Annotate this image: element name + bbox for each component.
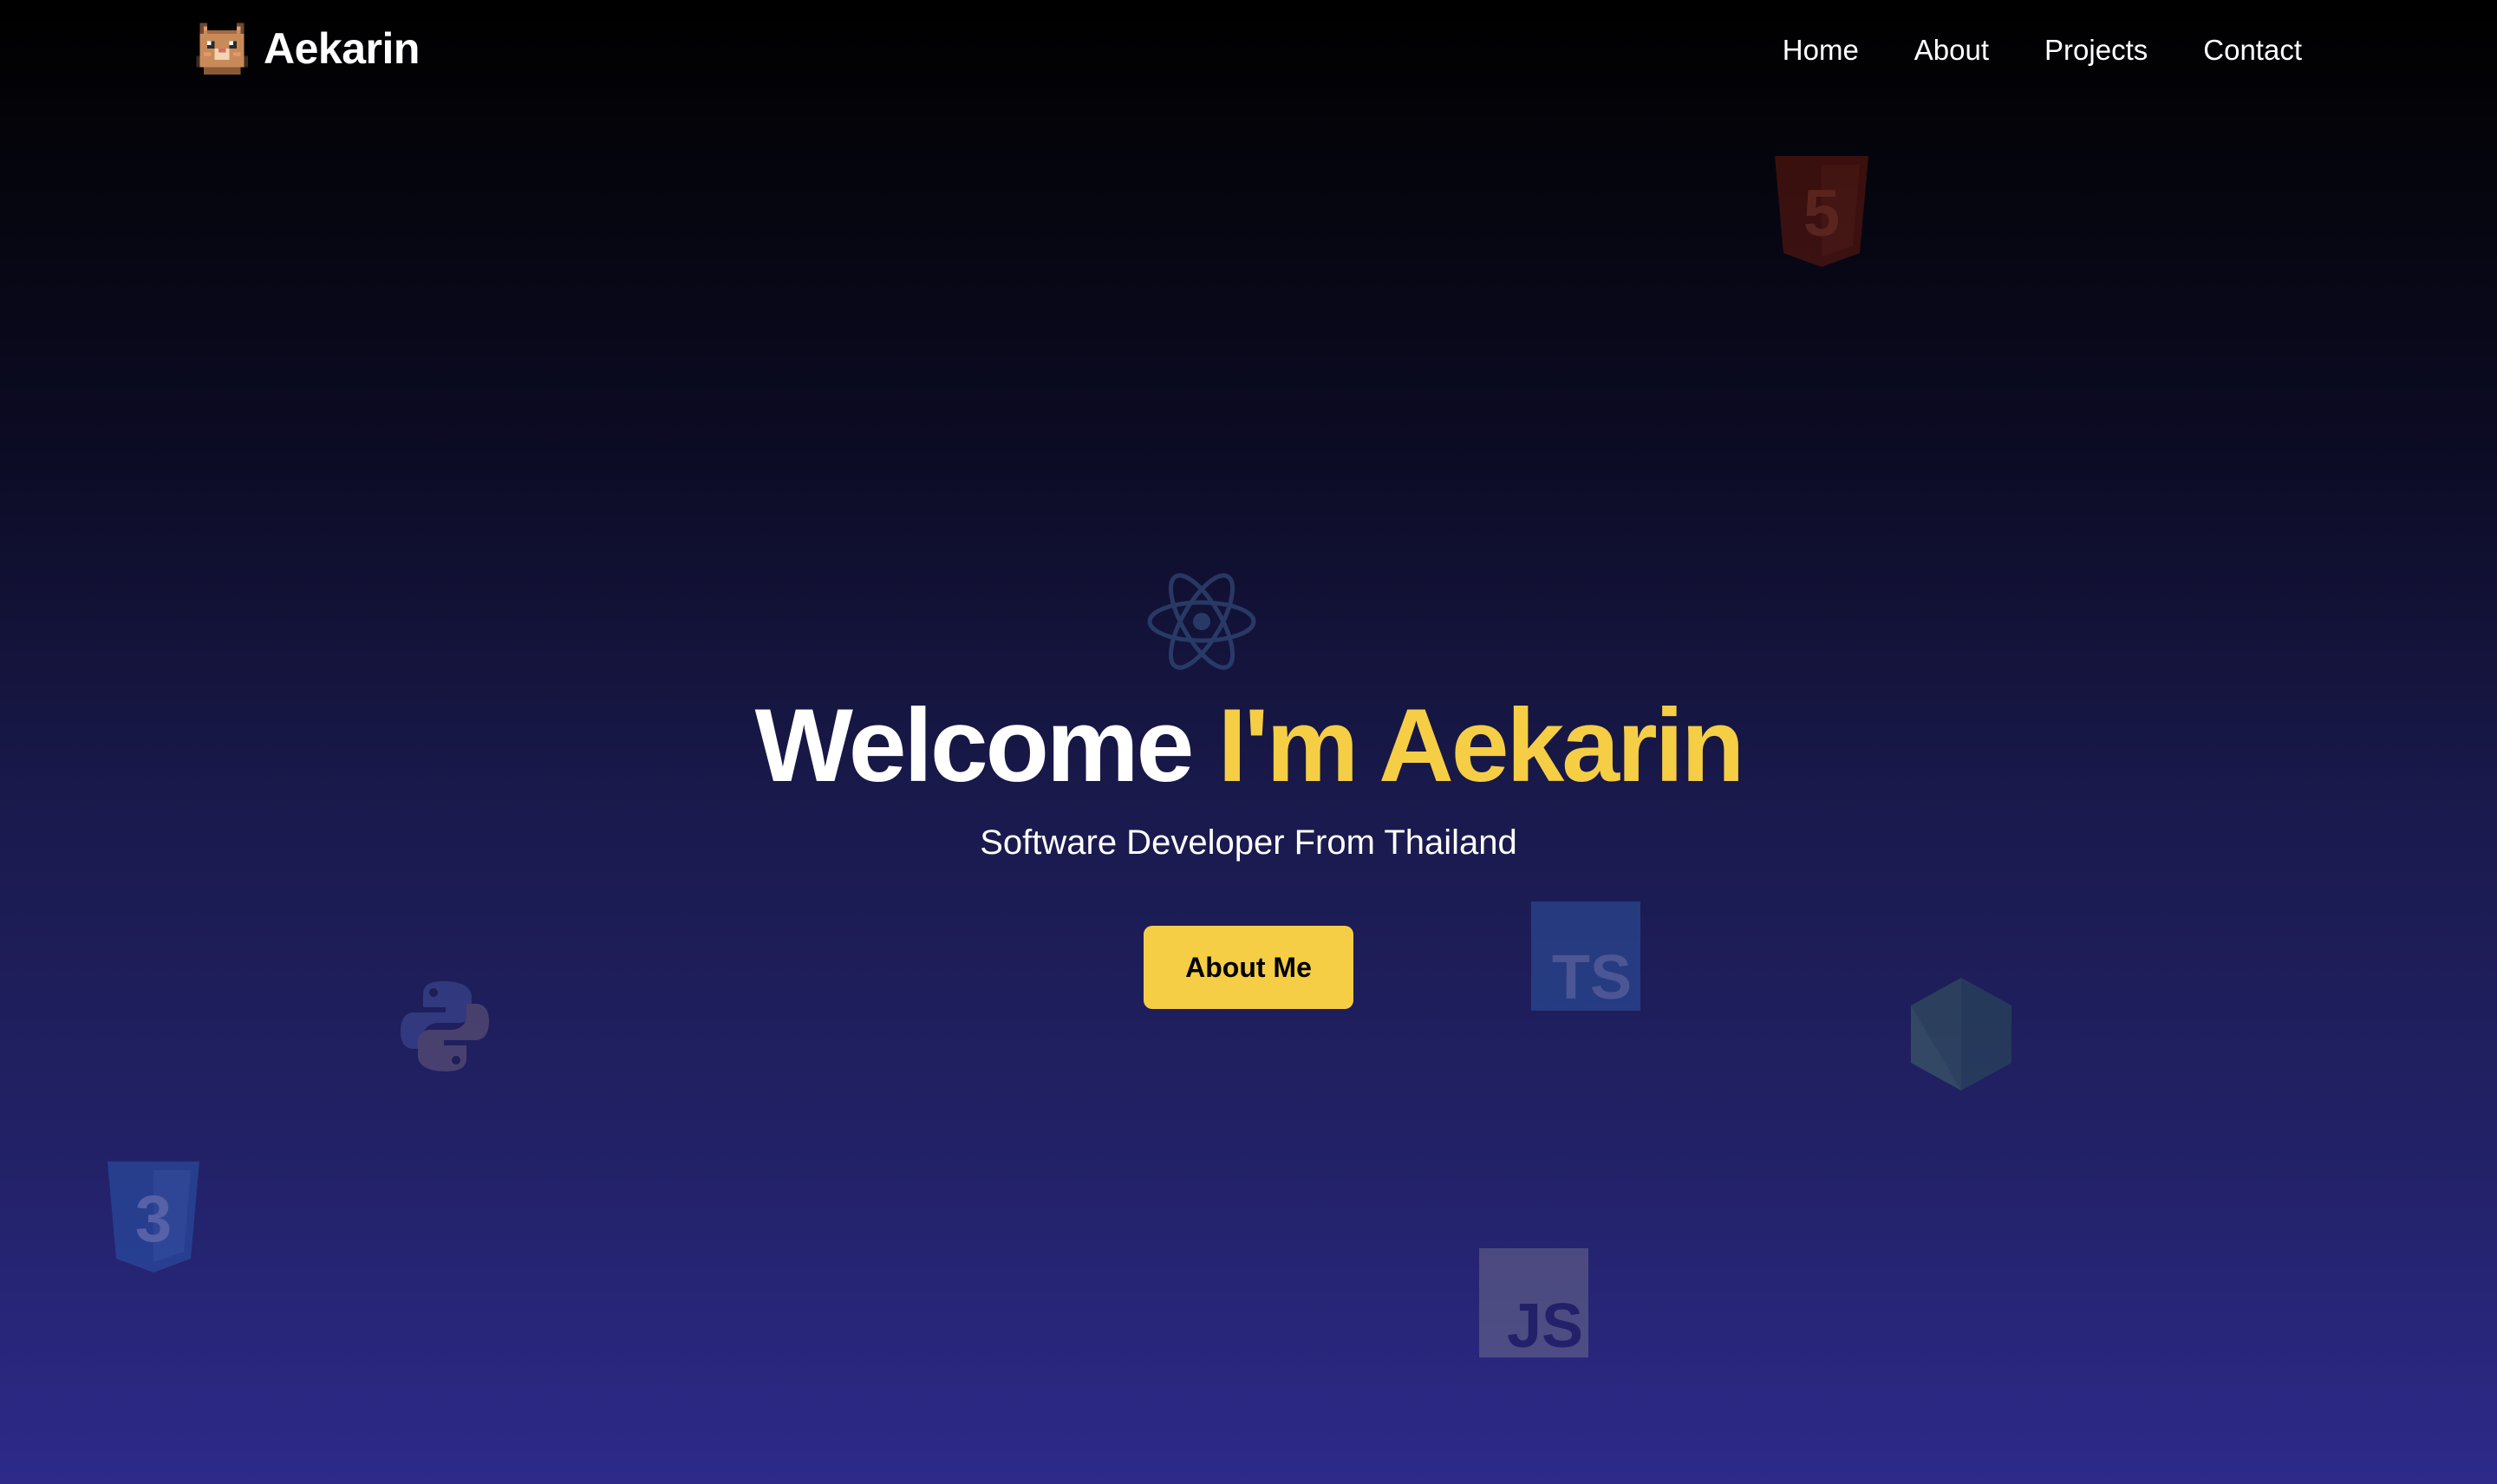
brand-name: Aekarin xyxy=(264,24,420,73)
navbar: Aekarin Home About Projects Contact xyxy=(0,0,2497,101)
hero-subtitle: Software Developer From Thailand xyxy=(980,823,1517,862)
javascript-label: JS xyxy=(1507,1292,1583,1357)
css3-icon: 3 xyxy=(104,1162,203,1272)
react-icon xyxy=(1146,572,1257,671)
css3-label: 3 xyxy=(135,1182,172,1256)
hero-title-welcome: Welcome xyxy=(754,687,1195,804)
hero-title: Welcome I'm Aekarin xyxy=(0,685,2497,806)
about-me-button[interactable]: About Me xyxy=(1144,926,1353,1009)
nav-link-projects[interactable]: Projects xyxy=(2044,34,2148,67)
brand-link[interactable]: Aekarin xyxy=(192,19,420,78)
nodejs-icon xyxy=(1911,978,2011,1090)
cat-pixel-icon xyxy=(196,23,248,75)
typescript-icon: TS xyxy=(1531,901,1640,1011)
typescript-label: TS xyxy=(1552,943,1632,1011)
hero-title-name: I'm Aekarin xyxy=(1217,687,1745,804)
main-nav: Home About Projects Contact xyxy=(1783,26,2302,75)
html5-icon: 5 xyxy=(1771,156,1872,267)
python-icon xyxy=(399,980,491,1073)
html5-label: 5 xyxy=(1803,177,1840,251)
nav-link-about[interactable]: About xyxy=(1914,34,1989,67)
nav-link-home[interactable]: Home xyxy=(1783,34,1859,67)
nav-link-contact[interactable]: Contact xyxy=(2203,34,2302,67)
javascript-icon: JS xyxy=(1479,1248,1588,1357)
page: Aekarin Home About Projects Contact 5 TS… xyxy=(0,0,2497,1484)
